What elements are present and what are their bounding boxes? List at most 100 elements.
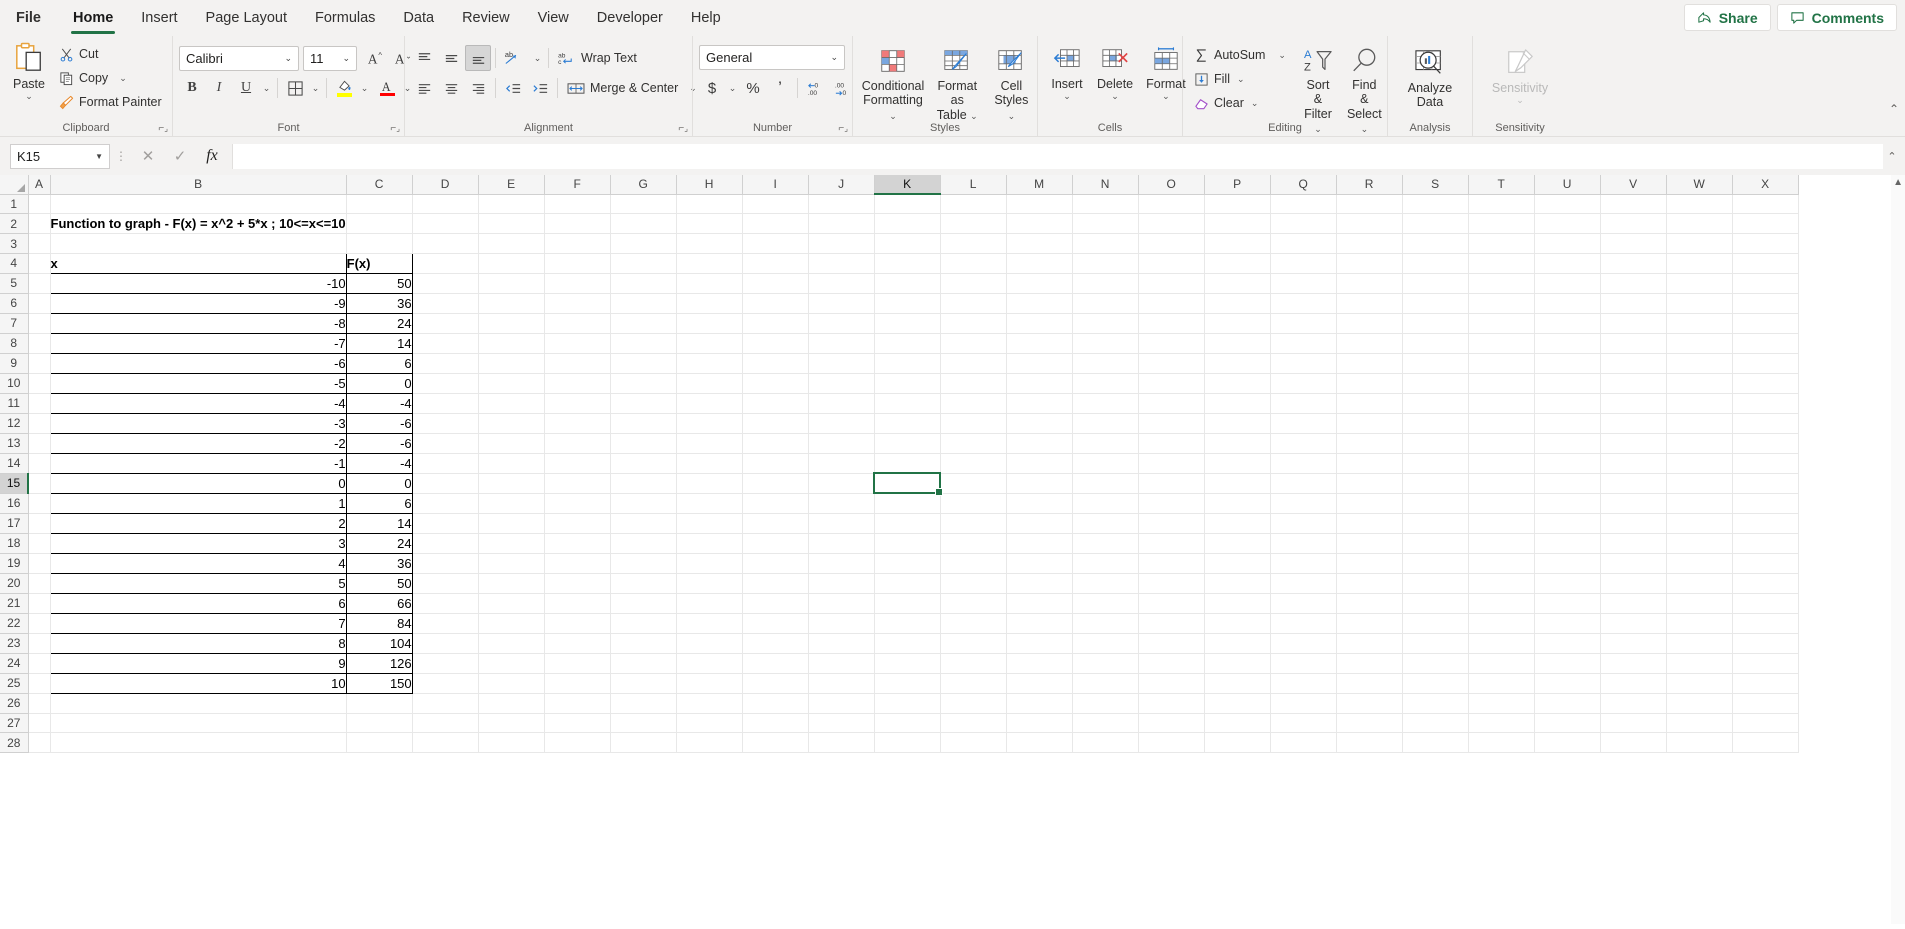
- cell-A22[interactable]: [28, 613, 50, 633]
- cell-E13[interactable]: [478, 433, 544, 453]
- cell-U20[interactable]: [1534, 573, 1600, 593]
- cell-M19[interactable]: [1006, 553, 1072, 573]
- cell-M8[interactable]: [1006, 333, 1072, 353]
- cell-W26[interactable]: [1666, 693, 1732, 713]
- cell-L13[interactable]: [940, 433, 1006, 453]
- cell-O10[interactable]: [1138, 373, 1204, 393]
- number-format-select[interactable]: General ⌄: [699, 45, 845, 70]
- cell-R26[interactable]: [1336, 693, 1402, 713]
- cell-H22[interactable]: [676, 613, 742, 633]
- cell-D27[interactable]: [412, 713, 478, 733]
- cell-S27[interactable]: [1402, 713, 1468, 733]
- cell-S9[interactable]: [1402, 353, 1468, 373]
- cell-N5[interactable]: [1072, 273, 1138, 293]
- cell-Q27[interactable]: [1270, 713, 1336, 733]
- cell-P10[interactable]: [1204, 373, 1270, 393]
- cell-K28[interactable]: [874, 733, 940, 753]
- cell-M18[interactable]: [1006, 533, 1072, 553]
- cell-K20[interactable]: [874, 573, 940, 593]
- cell-V6[interactable]: [1600, 293, 1666, 313]
- cell-V27[interactable]: [1600, 713, 1666, 733]
- cell-N2[interactable]: [1072, 214, 1138, 234]
- cell-P2[interactable]: [1204, 214, 1270, 234]
- cell-T28[interactable]: [1468, 733, 1534, 753]
- accounting-format-button[interactable]: $: [699, 75, 725, 101]
- cell-P24[interactable]: [1204, 653, 1270, 673]
- cell-T18[interactable]: [1468, 533, 1534, 553]
- cell-K25[interactable]: [874, 673, 940, 693]
- cell-P4[interactable]: [1204, 253, 1270, 273]
- cell-M15[interactable]: [1006, 473, 1072, 493]
- cell-K9[interactable]: [874, 353, 940, 373]
- cell-T11[interactable]: [1468, 393, 1534, 413]
- row-header-27[interactable]: 27: [0, 713, 28, 733]
- underline-chevron-down-icon[interactable]: ⌄: [260, 75, 273, 101]
- tab-file[interactable]: File: [0, 0, 59, 36]
- cell-K15[interactable]: [874, 473, 940, 493]
- cell-W22[interactable]: [1666, 613, 1732, 633]
- cell-J27[interactable]: [808, 713, 874, 733]
- cell-G13[interactable]: [610, 433, 676, 453]
- cell-L7[interactable]: [940, 313, 1006, 333]
- cell-J3[interactable]: [808, 234, 874, 254]
- cell-D15[interactable]: [412, 473, 478, 493]
- cell-E28[interactable]: [478, 733, 544, 753]
- column-header-p[interactable]: P: [1204, 175, 1270, 194]
- column-header-s[interactable]: S: [1402, 175, 1468, 194]
- cell-F15[interactable]: [544, 473, 610, 493]
- cell-S3[interactable]: [1402, 234, 1468, 254]
- cell-J14[interactable]: [808, 453, 874, 473]
- cell-R27[interactable]: [1336, 713, 1402, 733]
- column-header-i[interactable]: I: [742, 175, 808, 194]
- cell-U28[interactable]: [1534, 733, 1600, 753]
- cell-F1[interactable]: [544, 194, 610, 214]
- cell-X27[interactable]: [1732, 713, 1798, 733]
- cell-C22[interactable]: 84: [346, 613, 412, 633]
- tab-review[interactable]: Review: [448, 0, 524, 36]
- cell-O6[interactable]: [1138, 293, 1204, 313]
- cell-C15[interactable]: 0: [346, 473, 412, 493]
- cell-B24[interactable]: 9: [50, 653, 346, 673]
- cell-J23[interactable]: [808, 633, 874, 653]
- cell-F16[interactable]: [544, 493, 610, 513]
- cell-B5[interactable]: -10: [50, 273, 346, 293]
- cell-N15[interactable]: [1072, 473, 1138, 493]
- cell-P22[interactable]: [1204, 613, 1270, 633]
- cell-U21[interactable]: [1534, 593, 1600, 613]
- cell-T9[interactable]: [1468, 353, 1534, 373]
- cell-X7[interactable]: [1732, 313, 1798, 333]
- cell-M20[interactable]: [1006, 573, 1072, 593]
- cell-B6[interactable]: -9: [50, 293, 346, 313]
- cell-I12[interactable]: [742, 413, 808, 433]
- cell-G17[interactable]: [610, 513, 676, 533]
- cell-B21[interactable]: 6: [50, 593, 346, 613]
- cell-G25[interactable]: [610, 673, 676, 693]
- cell-H2[interactable]: [676, 214, 742, 234]
- cell-D9[interactable]: [412, 353, 478, 373]
- cell-H5[interactable]: [676, 273, 742, 293]
- cell-E15[interactable]: [478, 473, 544, 493]
- cell-S1[interactable]: [1402, 194, 1468, 214]
- cell-H13[interactable]: [676, 433, 742, 453]
- decrease-indent-button[interactable]: [500, 75, 526, 101]
- cell-T4[interactable]: [1468, 253, 1534, 273]
- cell-R18[interactable]: [1336, 533, 1402, 553]
- cell-K6[interactable]: [874, 293, 940, 313]
- formula-bar-more-icon[interactable]: ⋮: [110, 149, 132, 163]
- cell-A8[interactable]: [28, 333, 50, 353]
- cell-M6[interactable]: [1006, 293, 1072, 313]
- cell-G5[interactable]: [610, 273, 676, 293]
- row-header-16[interactable]: 16: [0, 493, 28, 513]
- cell-I21[interactable]: [742, 593, 808, 613]
- cell-S7[interactable]: [1402, 313, 1468, 333]
- cell-Q26[interactable]: [1270, 693, 1336, 713]
- cell-A2[interactable]: [28, 214, 50, 234]
- orientation-chevron-down-icon[interactable]: ⌄: [531, 45, 544, 71]
- cell-W2[interactable]: [1666, 214, 1732, 234]
- cell-R9[interactable]: [1336, 353, 1402, 373]
- cell-H6[interactable]: [676, 293, 742, 313]
- copy-chevron-down-icon[interactable]: ⌄: [119, 74, 127, 83]
- cell-A20[interactable]: [28, 573, 50, 593]
- cell-U10[interactable]: [1534, 373, 1600, 393]
- cell-X14[interactable]: [1732, 453, 1798, 473]
